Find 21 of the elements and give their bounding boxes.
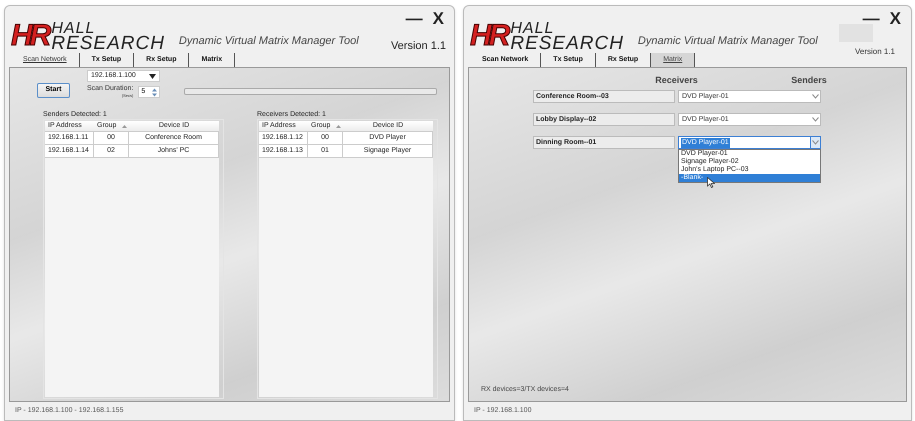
version-label: Version 1.1 <box>854 46 895 58</box>
chevron-down-icon <box>810 137 820 148</box>
app-title: Dynamic Virtual Matrix Manager Tool <box>638 34 818 48</box>
app-title: Dynamic Virtual Matrix Manager Tool <box>178 34 359 48</box>
minimize-button[interactable]: — <box>406 10 423 27</box>
sort-arrow-icon <box>336 124 342 128</box>
logo-text: HALL <box>510 21 554 36</box>
caret-icon <box>149 74 156 78</box>
spinner-arrows-icon <box>152 88 158 96</box>
column-header: Receivers <box>654 74 699 87</box>
column-header: Senders <box>790 74 828 87</box>
sort-arrow-icon <box>122 124 128 128</box>
logo-mark: HR <box>11 21 48 51</box>
close-button[interactable]: X <box>890 10 901 27</box>
logo-text: HALL <box>51 21 96 36</box>
close-button[interactable]: X <box>432 10 444 27</box>
version-label: Version 1.1 <box>390 39 446 54</box>
minimize-button[interactable]: — <box>862 10 880 27</box>
logo-mark: HR <box>470 21 508 51</box>
logo-text: RESEARCH <box>510 36 624 51</box>
logo-text: RESEARCH <box>51 36 165 51</box>
